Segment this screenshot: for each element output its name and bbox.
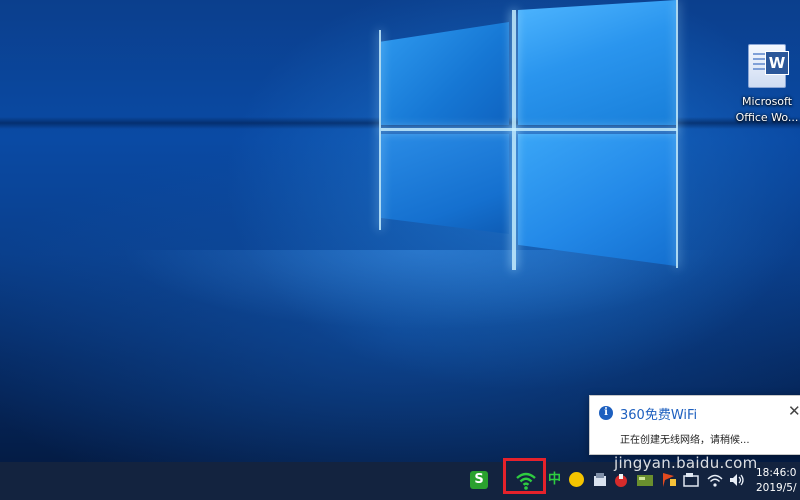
watermark-text: jingyan.baidu.com — [614, 454, 758, 472]
logo-edge-middle — [381, 128, 677, 131]
taskbar-clock[interactable]: 18:46:0 2019/5/ — [756, 466, 796, 496]
close-icon[interactable]: ✕ — [788, 402, 800, 420]
desktop-wallpaper: W Microsoft Office Wo... — [0, 0, 800, 462]
wallpaper-floor-glow — [120, 250, 720, 330]
wifi-icon-highlight — [503, 458, 546, 494]
windows-logo-pane-bottom-left — [381, 134, 509, 234]
network-icon[interactable] — [706, 471, 724, 489]
windows-logo-pane-bottom-right — [518, 134, 676, 266]
tray-card-icon[interactable] — [636, 471, 654, 489]
word-badge: W — [765, 51, 789, 75]
logo-edge-right — [676, 0, 678, 268]
notification-title: 360免费WiFi — [620, 408, 698, 423]
windows-logo-pane-top-right — [518, 0, 676, 125]
tray-app-icon[interactable] — [592, 471, 610, 489]
logo-edge-center — [512, 10, 516, 270]
desktop-icon-word[interactable]: W Microsoft Office Wo... — [734, 44, 800, 126]
notification-toast[interactable]: i 360免费WiFi 正在创建无线网络，请稍候... ✕ — [589, 395, 800, 455]
clock-date: 2019/5/ — [756, 482, 797, 494]
sogou-input-icon[interactable]: S — [470, 471, 488, 489]
folder-icon[interactable] — [682, 471, 700, 489]
yellow-app-icon[interactable] — [569, 472, 584, 487]
security-icon[interactable] — [612, 471, 630, 489]
desktop-icon-label: Microsoft Office Wo... — [735, 95, 799, 124]
notification-message: 正在创建无线网络，请稍候... — [620, 435, 750, 446]
volume-icon[interactable] — [728, 471, 746, 489]
clock-time: 18:46:0 — [756, 467, 797, 479]
flag-icon[interactable] — [660, 471, 678, 489]
windows-logo-pane-top-left — [381, 22, 509, 125]
chinese-ime-icon[interactable]: 中 — [548, 471, 566, 489]
word-document-icon: W — [748, 44, 789, 88]
info-icon: i — [599, 406, 613, 420]
